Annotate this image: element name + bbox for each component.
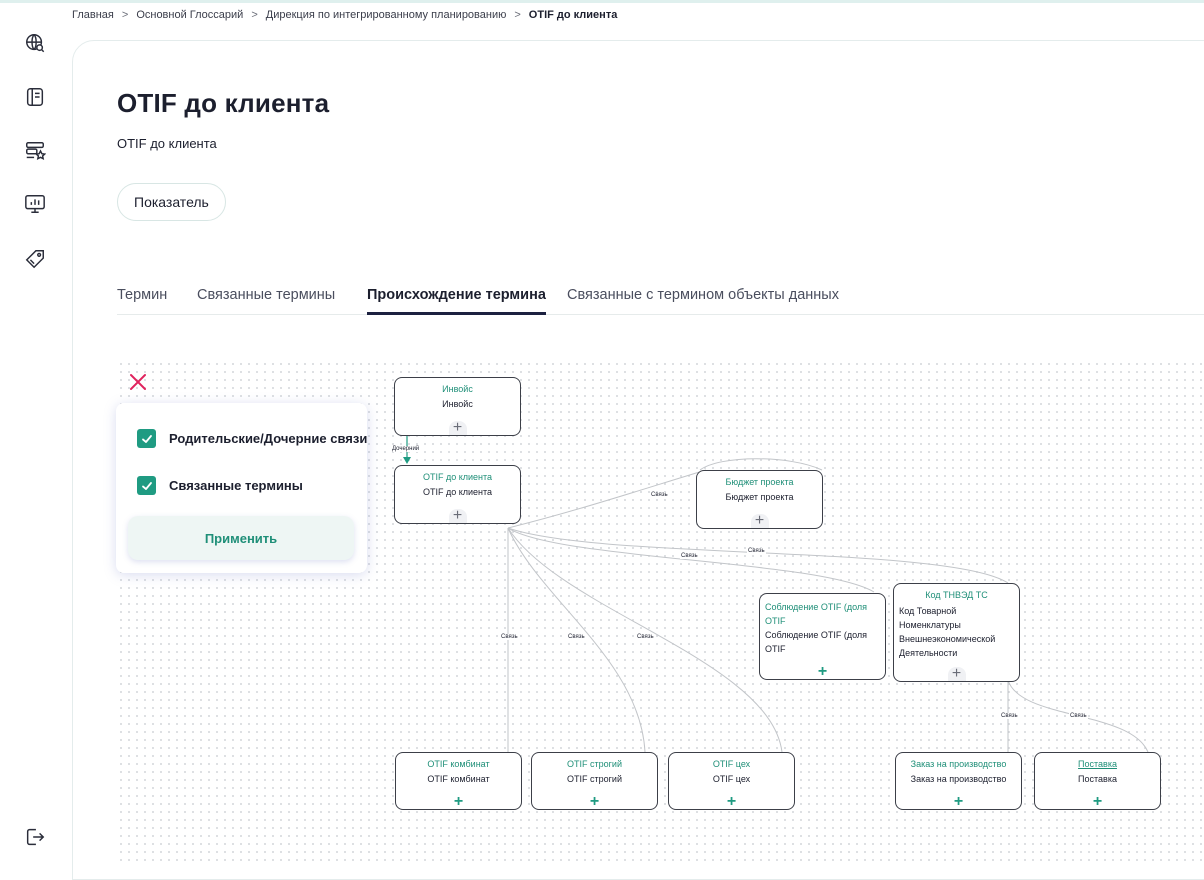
node-expand-button[interactable]: + [723,794,741,810]
checkbox-checked[interactable] [137,476,156,495]
tab-related-terms[interactable]: Связанные термины [197,287,335,315]
filter-option-label: Родительские/Дочерние связи [169,431,367,446]
node-title: OTIF строгий [567,759,622,769]
tab-bar: Термин Связанные термины Происхождение т… [117,287,1204,315]
node-expand-button[interactable]: + [448,420,467,436]
page-subtitle: OTIF до клиента [117,136,217,151]
node-expand-button[interactable]: + [947,666,966,682]
node-title: OTIF комбинат [427,759,490,769]
node-description: OTIF комбинат [427,774,490,784]
node-otif-kombinat[interactable]: OTIF комбинат OTIF комбинат + [395,752,522,810]
breadcrumb-directorate[interactable]: Дирекция по интегрированному планировани… [266,9,507,21]
edge-label-link: Связь [500,634,519,640]
node-title: Код ТНВЭД ТС [925,590,988,600]
node-title: Инвойс [442,384,473,394]
breadcrumb-home[interactable]: Главная [72,9,114,21]
node-title: OTIF цех [712,759,751,769]
edge-label-link: Связь [567,634,586,640]
node-title: Соблюдение OTIF (доля OTIF [765,602,867,626]
node-delivery[interactable]: Поставка Поставка + [1034,752,1161,810]
node-expand-button[interactable]: + [586,794,604,810]
filter-option-label: Связанные термины [169,478,303,493]
globe-search-icon[interactable] [22,30,48,56]
breadcrumb-current: OTIF до клиента [528,9,618,21]
node-title: Поставка [1078,759,1117,769]
node-description: OTIF цех [712,774,751,784]
node-description: Бюджет проекта [725,492,794,502]
node-otif-share[interactable]: Соблюдение OTIF (доля OTIF Соблюдение OT… [759,593,886,680]
node-otif-shop[interactable]: OTIF цех OTIF цех + [668,752,795,810]
edge-label-link: Связь [1069,713,1088,719]
node-otif-strict[interactable]: OTIF строгий OTIF строгий + [531,752,658,810]
edge-label-link: Связь [650,492,669,498]
book-icon[interactable] [22,84,48,110]
node-tnved[interactable]: Код ТНВЭД ТС Код Товарной Номенклатуры В… [893,583,1020,682]
node-description: Заказ на производство [910,774,1007,784]
tab-term-origin[interactable]: Происхождение термина [367,287,546,315]
edge-label-link: Связь [1000,713,1019,719]
node-expand-button[interactable]: + [1089,794,1107,810]
node-expand-button[interactable]: + [450,794,468,810]
edge-label-child: Дочерний [391,446,421,452]
node-expand-button[interactable]: + [448,508,467,524]
node-description: Инвойс [442,399,473,409]
breadcrumb: Главная > Основной Глоссарий > Дирекция по и… [72,9,618,21]
monitor-chart-icon[interactable] [22,191,48,217]
logout-icon[interactable] [24,826,46,848]
node-description: OTIF строгий [567,774,622,784]
apply-button[interactable]: Применить [128,516,354,560]
top-accent-line [0,0,1204,3]
node-production-order[interactable]: Заказ на производство Заказ на производс… [895,752,1022,810]
edge-label-link: Связь [636,634,655,640]
catalog-star-icon[interactable] [22,138,48,164]
term-type-badge[interactable]: Показатель [117,183,226,221]
node-otif-client[interactable]: OTIF до клиента OTIF до клиента + [394,465,521,524]
page-title: OTIF до клиента [117,88,330,118]
tab-related-data-objects[interactable]: Связанные с термином объекты данных [567,287,839,315]
filter-panel: Родительские/Дочерние связи Связанные те… [116,403,367,573]
node-description: Соблюдение OTIF (доля OTIF [765,630,867,654]
node-description: Поставка [1078,774,1117,784]
node-invoice[interactable]: Инвойс Инвойс + [394,377,521,436]
node-title: Заказ на производство [910,759,1007,769]
node-expand-button[interactable]: + [814,664,832,680]
node-expand-button[interactable]: + [950,794,968,810]
tab-term[interactable]: Термин [117,287,167,315]
node-description: OTIF до клиента [422,487,493,497]
node-budget[interactable]: Бюджет проекта Бюджет проекта + [696,470,823,529]
breadcrumb-glossary[interactable]: Основной Глоссарий [136,9,243,21]
close-icon[interactable] [127,371,149,393]
node-title: Бюджет проекта [725,477,794,487]
edge-label-link: Связь [680,553,699,559]
checkbox-checked[interactable] [137,429,156,448]
node-description: Код Товарной Номенклатуры Внешнеэкономич… [899,606,996,658]
edge-label-link: Связь [747,548,766,554]
node-expand-button[interactable]: + [750,513,769,529]
sidebar [0,3,72,864]
filter-option-parent-child[interactable]: Родительские/Дочерние связи [137,429,367,448]
filter-option-related-terms[interactable]: Связанные термины [137,476,303,495]
tag-icon[interactable] [22,246,48,272]
node-title: OTIF до клиента [422,472,493,482]
